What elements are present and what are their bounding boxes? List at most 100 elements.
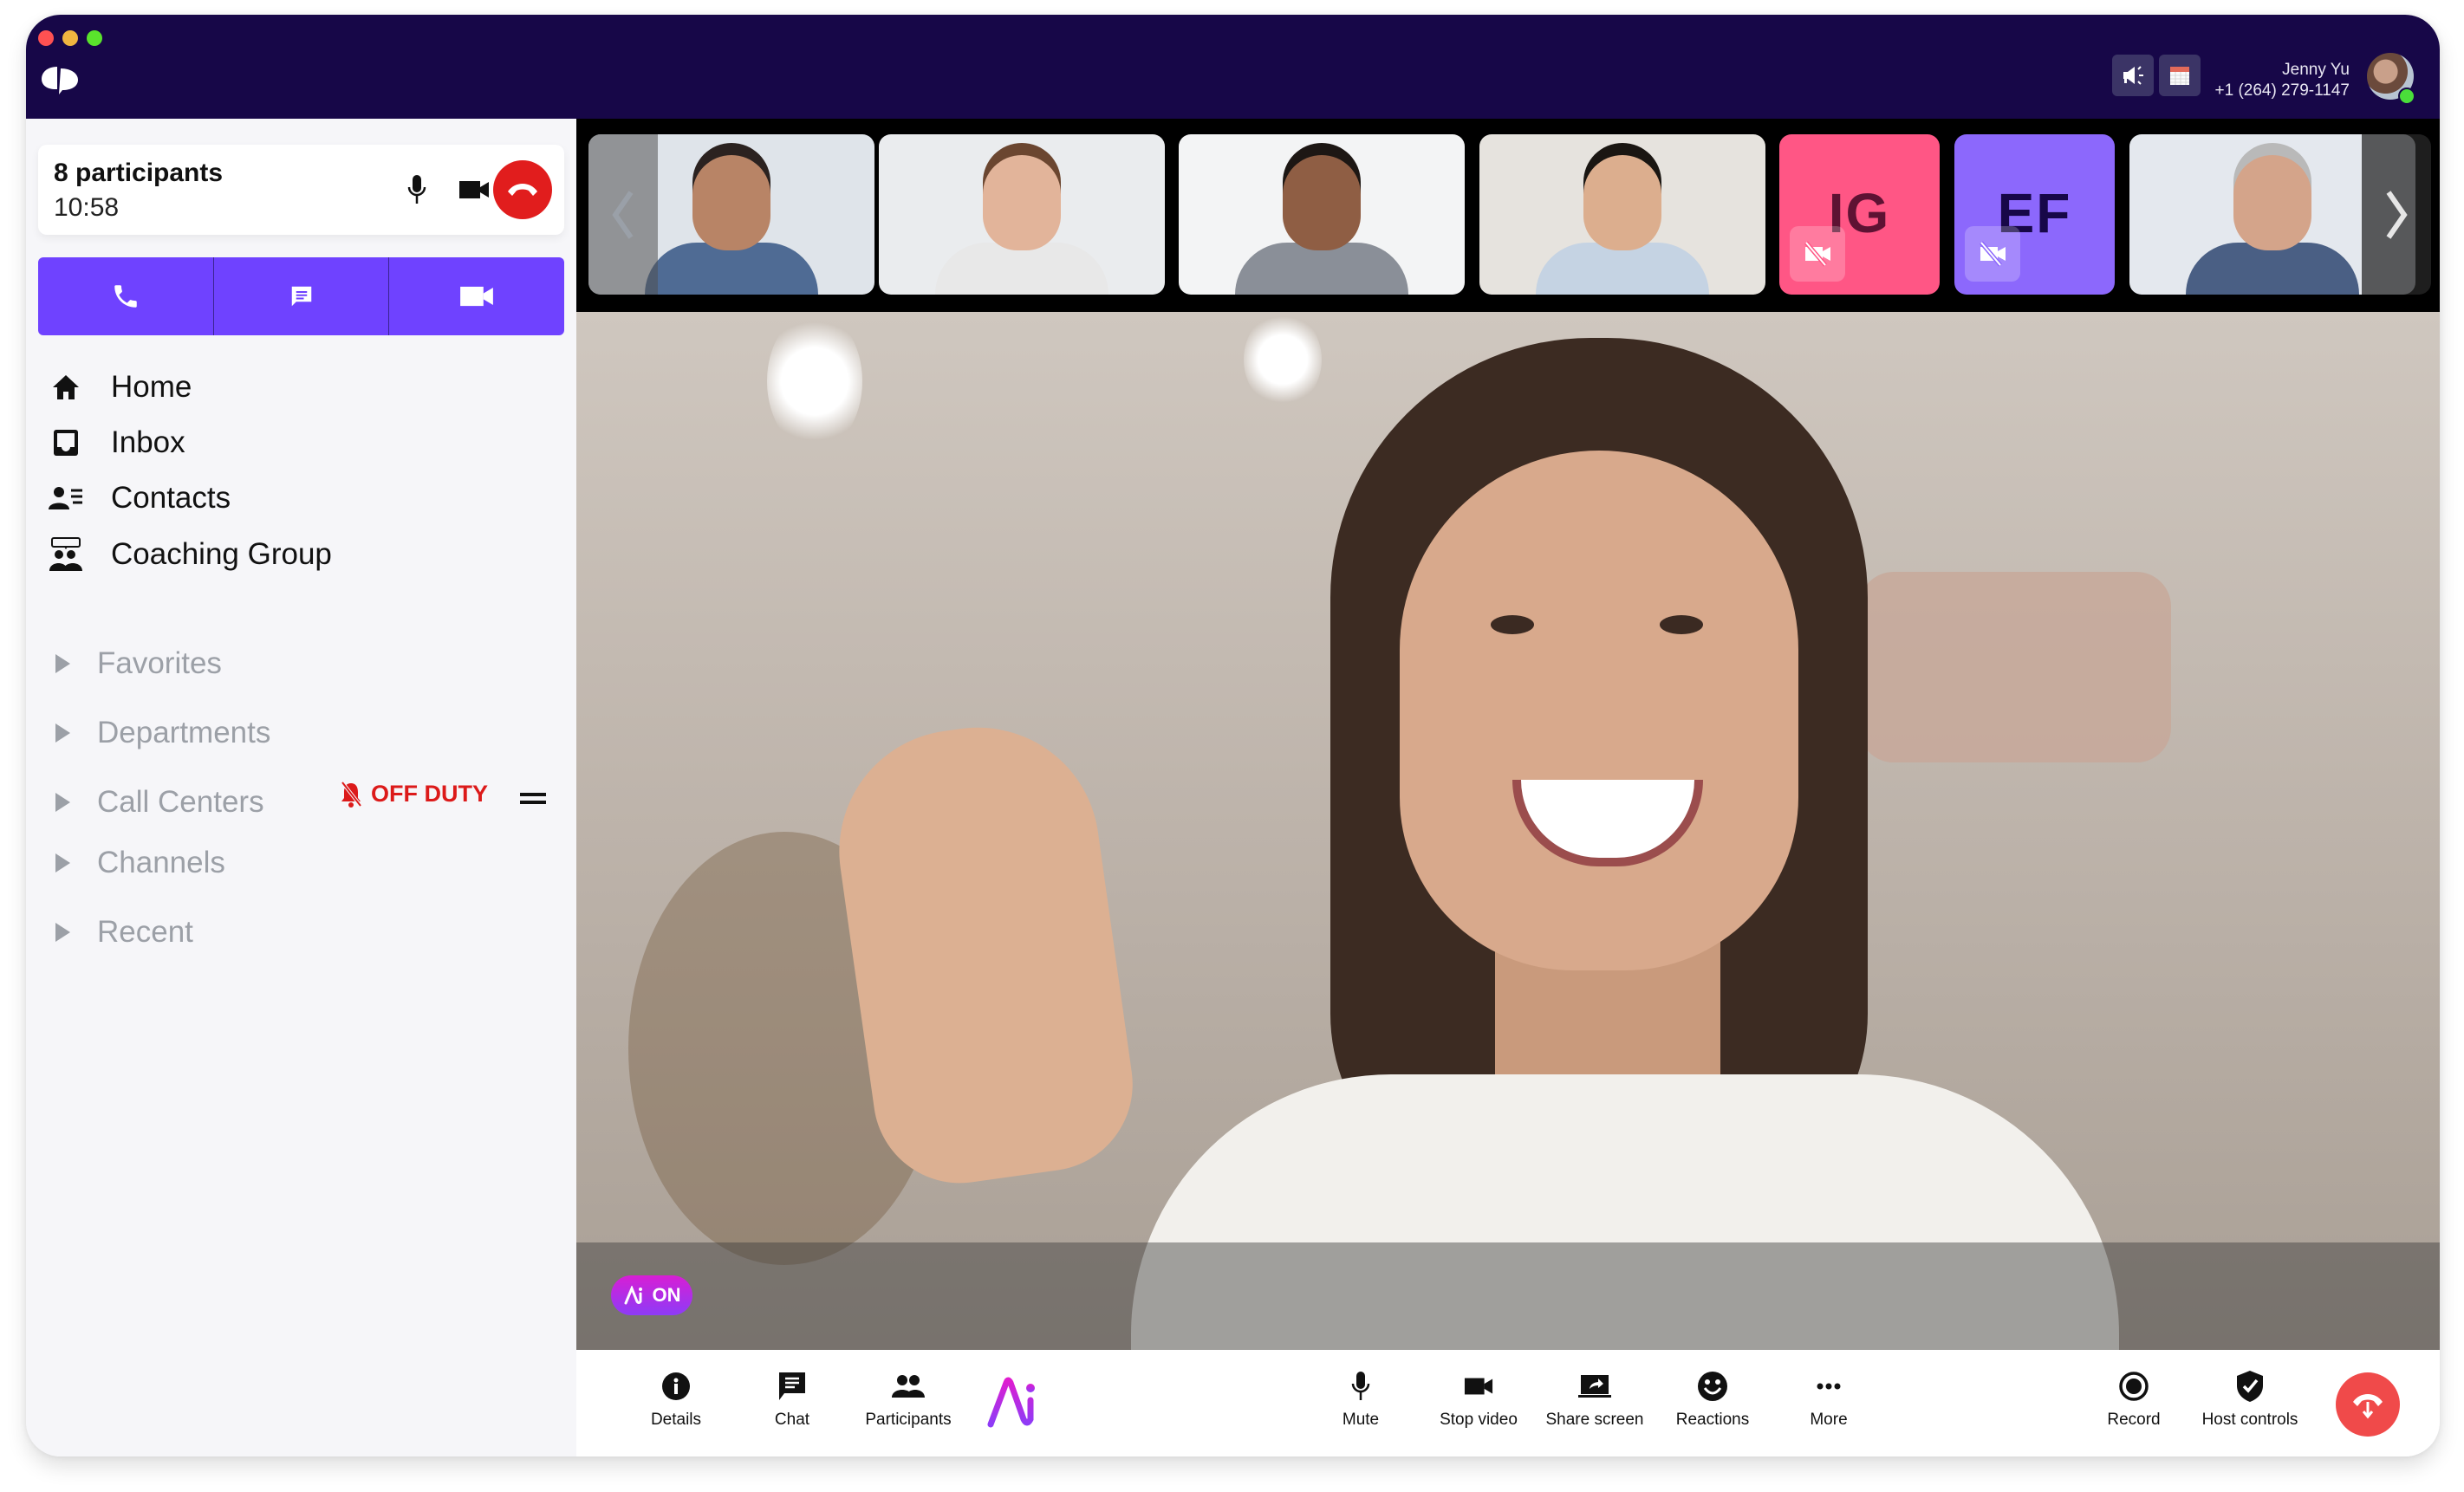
video-camera-icon — [1460, 1367, 1498, 1405]
hang-up-icon — [508, 184, 537, 196]
host-controls-label: Host controls — [2201, 1411, 2298, 1429]
end-call-button[interactable] — [493, 160, 552, 219]
camera-off-icon — [1790, 226, 1845, 282]
new-video-meeting-button[interactable] — [389, 257, 564, 335]
participants-button[interactable]: Participants — [852, 1367, 965, 1430]
speaker-figure — [1400, 451, 1798, 970]
new-message-button[interactable] — [214, 257, 390, 335]
share-screen-label: Share screen — [1545, 1411, 1644, 1429]
user-info[interactable]: Jenny Yu +1 (264) 279-1147 — [2215, 60, 2350, 101]
ai-status-label: ON — [652, 1284, 681, 1306]
more-button[interactable]: More — [1772, 1367, 1885, 1430]
filmstrip-next-button[interactable] — [2362, 134, 2431, 295]
video-background — [767, 312, 862, 451]
message-icon — [291, 286, 311, 307]
calendar-button[interactable] — [2159, 55, 2201, 96]
nav-item-inbox[interactable]: Inbox — [47, 421, 185, 464]
section-departments[interactable]: Departments — [55, 711, 270, 755]
video-camera-icon — [460, 286, 494, 307]
off-duty-status[interactable]: OFF DUTY — [340, 781, 488, 808]
dialpad-logo-icon — [42, 67, 78, 94]
home-icon — [47, 368, 85, 406]
participant-filmstrip: IG EF — [576, 119, 2440, 312]
chat-icon — [773, 1367, 811, 1405]
section-label: Call Centers — [97, 785, 264, 819]
off-duty-label: OFF DUTY — [371, 781, 488, 807]
info-icon — [657, 1367, 695, 1405]
leave-meeting-button[interactable] — [2336, 1372, 2400, 1437]
contacts-icon — [47, 479, 85, 517]
participant-figure — [2233, 155, 2311, 250]
nav-item-label: Contacts — [111, 481, 231, 515]
participant-figure — [1283, 155, 1361, 250]
ai-assistant-button[interactable] — [984, 1371, 1044, 1431]
ai-status-badge[interactable]: ON — [611, 1275, 692, 1315]
more-icon — [1810, 1367, 1848, 1405]
bell-off-icon — [341, 781, 362, 808]
mute-button[interactable]: Mute — [1304, 1367, 1417, 1430]
nav-item-contacts[interactable]: Contacts — [47, 477, 231, 520]
speaker-figure — [1491, 615, 1534, 634]
chat-label: Chat — [774, 1411, 810, 1429]
share-screen-button[interactable]: Share screen — [1538, 1367, 1651, 1430]
new-call-button[interactable] — [38, 257, 214, 335]
participant-video-tile[interactable] — [1479, 134, 1765, 295]
participant-tile-ef[interactable]: EF — [1954, 134, 2115, 295]
record-button[interactable]: Record — [2077, 1367, 2190, 1430]
host-controls-button[interactable]: Host controls — [2194, 1367, 2306, 1430]
microphone-icon — [407, 175, 426, 204]
section-channels[interactable]: Channels — [55, 841, 225, 885]
participant-video-tile[interactable] — [1179, 134, 1465, 295]
more-label: More — [1810, 1411, 1848, 1429]
details-button[interactable]: Details — [620, 1367, 732, 1430]
speaker-figure — [1660, 615, 1703, 634]
participants-icon — [889, 1367, 927, 1405]
reactions-label: Reactions — [1675, 1411, 1750, 1429]
chevron-left-icon — [612, 190, 634, 239]
reactions-button[interactable]: Reactions — [1656, 1367, 1769, 1430]
announcements-button[interactable] — [2112, 55, 2154, 96]
section-label: Favorites — [97, 646, 222, 680]
call-participants-count: 8 participants — [54, 159, 224, 187]
expand-triangle-icon — [55, 654, 70, 673]
ai-logo-icon — [624, 1286, 642, 1305]
call-mute-button[interactable] — [398, 171, 436, 209]
video-background — [1244, 312, 1322, 407]
nav-item-coaching-group[interactable]: Coaching Group — [47, 533, 332, 576]
expand-triangle-icon — [55, 853, 70, 872]
nav-item-label: Inbox — [111, 425, 185, 459]
section-favorites[interactable]: Favorites — [55, 642, 222, 685]
hang-up-icon — [2353, 1394, 2383, 1419]
nav-item-label: Home — [111, 370, 192, 404]
active-call-card[interactable]: 8 participants 10:58 — [38, 145, 564, 235]
minimize-window-button[interactable] — [62, 30, 78, 46]
close-window-button[interactable] — [38, 30, 54, 46]
filmstrip-prev-button[interactable] — [588, 134, 658, 295]
expand-triangle-icon — [55, 793, 70, 812]
call-video-button[interactable] — [455, 171, 493, 209]
maximize-window-button[interactable] — [87, 30, 102, 46]
nav-item-home[interactable]: Home — [47, 366, 192, 409]
record-icon — [2115, 1367, 2153, 1405]
participant-figure — [1583, 155, 1661, 250]
section-recent[interactable]: Recent — [55, 911, 193, 954]
meeting-toolbar: Details Chat Participants Mute Stop vide… — [576, 1350, 2440, 1456]
megaphone-icon — [2123, 66, 2143, 85]
user-name: Jenny Yu — [2282, 61, 2350, 79]
stop-video-button[interactable]: Stop video — [1422, 1367, 1535, 1430]
sidebar: 8 participants 10:58 Home Inbox Contacts… — [26, 119, 576, 1456]
coaching-group-icon — [47, 535, 85, 574]
section-label: Recent — [97, 915, 193, 949]
participant-video-tile[interactable] — [879, 134, 1165, 295]
chat-button[interactable]: Chat — [736, 1367, 848, 1430]
participant-figure — [1235, 243, 1408, 295]
drag-handle-icon[interactable] — [520, 793, 546, 805]
participant-figure — [645, 243, 818, 295]
microphone-icon — [1342, 1367, 1380, 1405]
nav-item-label: Coaching Group — [111, 537, 332, 571]
mute-label: Mute — [1342, 1411, 1380, 1429]
main-video-feed[interactable]: ON — [576, 312, 2440, 1350]
section-call-centers[interactable]: Call Centers — [55, 781, 264, 824]
participant-tile-ig[interactable]: IG — [1779, 134, 1940, 295]
participant-figure — [935, 243, 1108, 295]
